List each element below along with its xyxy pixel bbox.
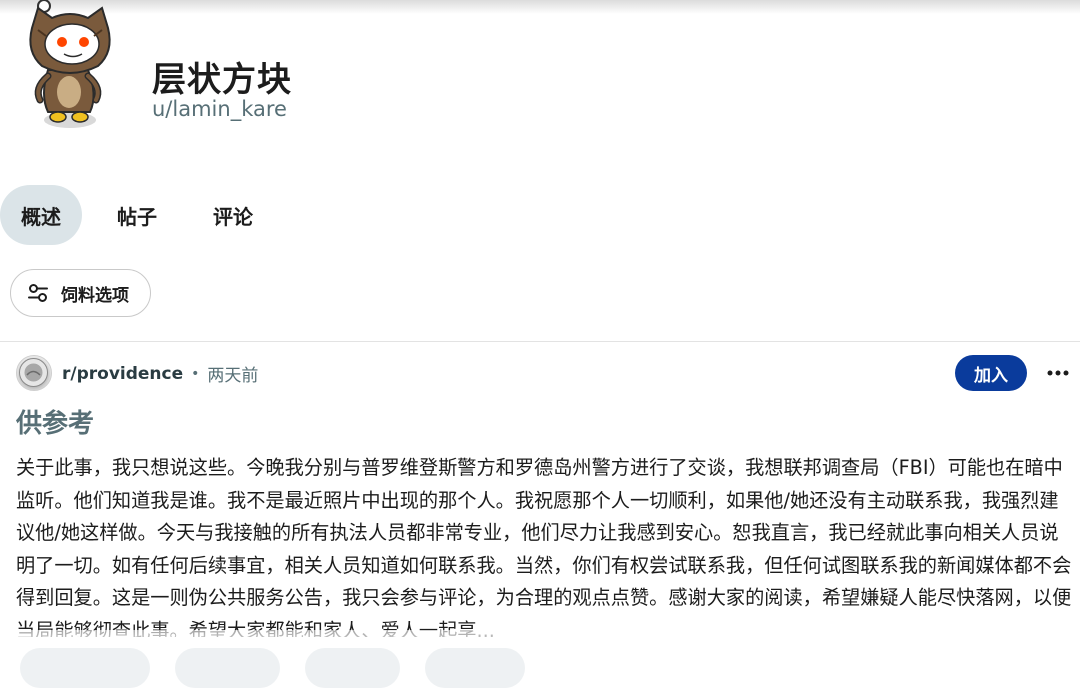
share-chip[interactable] [425, 648, 525, 688]
more-horizontal-icon [1047, 370, 1069, 376]
tab-overview[interactable]: 概述 [0, 185, 82, 245]
profile-tabs: 概述 帖子 评论 [0, 185, 288, 245]
post-timestamp: 两天前 [207, 366, 259, 386]
join-button[interactable]: 加入 [955, 355, 1027, 391]
more-options-button[interactable] [1040, 355, 1076, 391]
post-body[interactable]: 关于此事，我只想说这些。今晚我分别与普罗维登斯警方和罗德岛州警方进行了交谈，我想… [16, 452, 1072, 637]
tab-comments[interactable]: 评论 [192, 185, 274, 245]
feed-options-label: 饲料选项 [61, 285, 129, 306]
meta-separator: • [191, 365, 200, 382]
snoo-owl-costume-icon [29, 0, 111, 128]
comment-chip[interactable] [175, 648, 280, 688]
subreddit-seal-icon [19, 358, 48, 387]
post-title[interactable]: 供参考 [16, 403, 94, 440]
subreddit-avatar[interactable] [16, 355, 52, 391]
post-body-fade [0, 630, 1080, 657]
profile-username: u/lamin_kare [152, 97, 287, 121]
vote-chip[interactable] [20, 648, 150, 688]
tab-posts[interactable]: 帖子 [96, 185, 178, 245]
post-meta: r/providence • 两天前 [62, 361, 259, 387]
award-chip[interactable] [305, 648, 400, 688]
feed-options-button[interactable]: 饲料选项 [10, 269, 151, 317]
top-edge-shadow [0, 0, 1080, 14]
profile-display-name: 层状方块 [152, 60, 292, 100]
sliders-icon [28, 284, 48, 302]
subreddit-link[interactable]: r/providence [62, 364, 183, 384]
profile-avatar [18, 0, 118, 135]
section-divider [0, 341, 1080, 342]
